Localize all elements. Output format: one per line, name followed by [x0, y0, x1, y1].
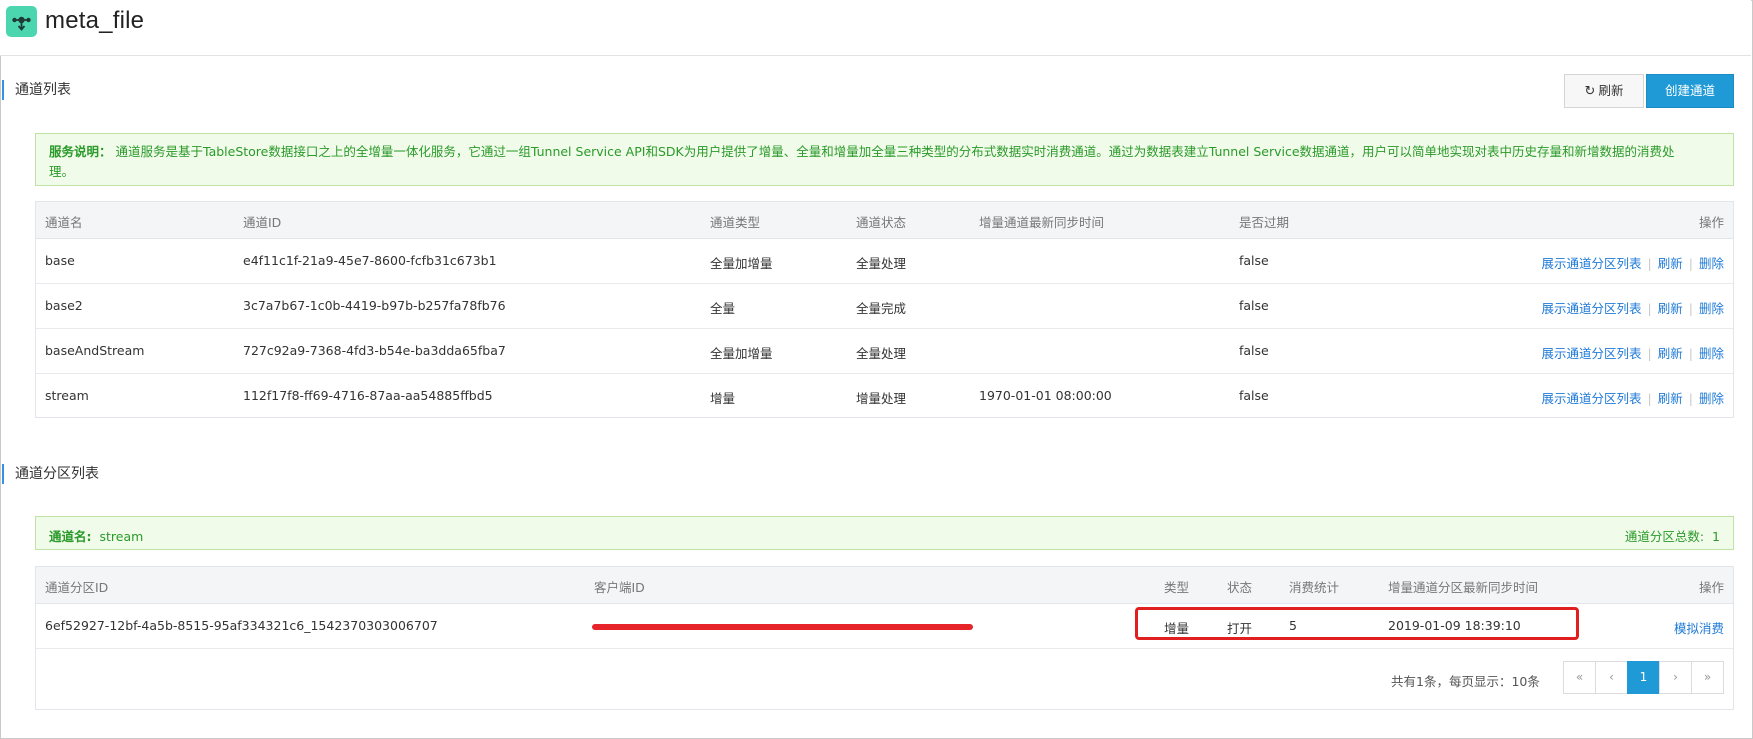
annotation-highlight — [1135, 607, 1579, 640]
notice-text-cont: 理。 — [49, 164, 75, 179]
separator: | — [1688, 346, 1693, 361]
tunnel-name: base2 — [45, 298, 83, 313]
refresh-button-label: 刷新 — [1598, 83, 1624, 98]
partition-table-header: 通道分区ID 客户端ID 类型 状态 消费统计 增量通道分区最新同步时间 操作 — [36, 567, 1733, 604]
refresh-link[interactable]: 刷新 — [1658, 346, 1683, 361]
tunnel-table-header: 通道名 通道ID 通道类型 通道状态 增量通道最新同步时间 是否过期 操作 — [36, 202, 1733, 239]
simulate-consume-link[interactable]: 模拟消费 — [1674, 618, 1724, 637]
tunnel-name: stream — [45, 388, 89, 403]
tunnel-type: 全量加增量 — [710, 346, 773, 361]
partition-summary-bar: 通道名: stream 通道分区总数: 1 — [35, 516, 1734, 550]
tunnel-table: 通道名 通道ID 通道类型 通道状态 增量通道最新同步时间 是否过期 操作 ba… — [35, 201, 1734, 418]
col-expired: 是否过期 — [1239, 215, 1290, 230]
col-tunnel-name: 通道名 — [45, 215, 83, 230]
separator: | — [1647, 256, 1652, 271]
tunnel-id: e4f11c1f-21a9-45e7-8600-fcfb31c673b1 — [243, 253, 497, 268]
col-partition-actions: 操作 — [1698, 580, 1724, 595]
tunnel-name-label: 通道名: — [49, 529, 92, 544]
tunnel-status: 全量处理 — [856, 256, 907, 271]
separator: | — [1647, 346, 1652, 361]
pagination-summary: 共有1条，每页显示：10条 — [1391, 674, 1540, 689]
delete-link[interactable]: 删除 — [1699, 301, 1724, 316]
page-next-button[interactable]: › — [1659, 661, 1692, 694]
tunnel-id: 727c92a9-7368-4fd3-b54e-ba3dda65fba7 — [243, 343, 506, 358]
row-actions: 展示通道分区列表 | 刷新 | 删除 — [1542, 343, 1724, 362]
notice-text: 通道服务是基于TableStore数据接口之上的全增量一体化服务，它通过一组Tu… — [115, 144, 1675, 159]
tunnel-id: 3c7a7b67-1c0b-4419-b97b-b257fa78fb76 — [243, 298, 506, 313]
partition-total-value: 1 — [1712, 529, 1720, 544]
show-partitions-link[interactable]: 展示通道分区列表 — [1542, 346, 1642, 361]
tunnel-status: 全量完成 — [856, 301, 907, 316]
redaction-mark — [592, 624, 973, 630]
col-tunnel-status: 通道状态 — [856, 215, 907, 230]
delete-link[interactable]: 删除 — [1699, 256, 1724, 271]
table-row: base2 3c7a7b67-1c0b-4419-b97b-b257fa78fb… — [36, 284, 1733, 329]
refresh-button[interactable]: ↻ 刷新 — [1564, 74, 1644, 108]
page-last-button[interactable]: » — [1691, 661, 1724, 694]
tunnel-type: 全量 — [710, 301, 736, 316]
tunnel-sync-time: 1970-01-01 08:00:00 — [979, 388, 1112, 403]
col-partition-sync-time: 增量通道分区最新同步时间 — [1388, 580, 1539, 595]
page-number-button[interactable]: 1 — [1627, 661, 1660, 694]
col-status: 状态 — [1227, 580, 1253, 595]
tunnel-id: 112f17f8-ff69-4716-87aa-aa54885ffbd5 — [243, 388, 493, 403]
partition-total-info: 通道分区总数: 1 — [1625, 526, 1720, 545]
separator: | — [1688, 256, 1693, 271]
partition-id: 6ef52927-12bf-4a5b-8515-95af334321c6_154… — [45, 618, 438, 633]
tunnel-type: 增量 — [710, 391, 736, 406]
col-client-id: 客户端ID — [594, 580, 645, 595]
share-node-icon — [6, 6, 37, 37]
pagination: « ‹ 1 › » — [1563, 661, 1728, 694]
show-partitions-link[interactable]: 展示通道分区列表 — [1542, 301, 1642, 316]
show-partitions-link[interactable]: 展示通道分区列表 — [1542, 256, 1642, 271]
tunnel-name: base — [45, 253, 75, 268]
table-row: baseAndStream 727c92a9-7368-4fd3-b54e-ba… — [36, 329, 1733, 374]
col-consumed: 消费统计 — [1289, 580, 1340, 595]
separator: | — [1688, 301, 1693, 316]
col-partition-id: 通道分区ID — [45, 580, 109, 595]
refresh-link[interactable]: 刷新 — [1658, 391, 1683, 406]
col-tunnel-type: 通道类型 — [710, 215, 761, 230]
col-type: 类型 — [1164, 580, 1190, 595]
create-tunnel-button[interactable]: 创建通道 — [1646, 74, 1734, 108]
tunnel-expired: false — [1239, 388, 1269, 403]
app-title: meta_file — [45, 7, 145, 34]
partition-list-title: 通道分区列表 — [2, 464, 99, 484]
separator: | — [1647, 301, 1652, 316]
show-partitions-link[interactable]: 展示通道分区列表 — [1542, 391, 1642, 406]
refresh-link[interactable]: 刷新 — [1658, 301, 1683, 316]
service-notice: 服务说明： 通道服务是基于TableStore数据接口之上的全增量一体化服务，它… — [35, 133, 1734, 186]
tunnel-list-title: 通道列表 — [2, 80, 71, 100]
table-row: base e4f11c1f-21a9-45e7-8600-fcfb31c673b… — [36, 239, 1733, 284]
col-actions: 操作 — [1698, 215, 1724, 230]
tunnel-status: 增量处理 — [856, 391, 907, 406]
page-prev-button[interactable]: ‹ — [1595, 661, 1628, 694]
delete-link[interactable]: 删除 — [1699, 346, 1724, 361]
tunnel-name-info: 通道名: stream — [49, 526, 143, 545]
page-first-button[interactable]: « — [1563, 661, 1596, 694]
row-actions: 展示通道分区列表 | 刷新 | 删除 — [1542, 388, 1724, 407]
row-actions: 展示通道分区列表 | 刷新 | 删除 — [1542, 253, 1724, 272]
tunnel-name-value: stream — [99, 529, 144, 544]
tunnel-expired: false — [1239, 253, 1269, 268]
separator: | — [1688, 391, 1693, 406]
tunnel-expired: false — [1239, 298, 1269, 313]
col-sync-time: 增量通道最新同步时间 — [979, 215, 1105, 230]
refresh-icon: ↻ — [1584, 84, 1596, 99]
app-header: meta_file — [0, 0, 1751, 56]
partition-total-label: 通道分区总数: — [1624, 529, 1705, 544]
row-actions: 展示通道分区列表 | 刷新 | 删除 — [1542, 298, 1724, 317]
tunnel-expired: false — [1239, 343, 1269, 358]
tunnel-type: 全量加增量 — [710, 256, 773, 271]
table-row: stream 112f17f8-ff69-4716-87aa-aa54885ff… — [36, 374, 1733, 419]
delete-link[interactable]: 删除 — [1699, 391, 1724, 406]
notice-label: 服务说明： — [49, 144, 112, 159]
separator: | — [1647, 391, 1652, 406]
col-tunnel-id: 通道ID — [243, 215, 282, 230]
refresh-link[interactable]: 刷新 — [1658, 256, 1683, 271]
tunnel-name: baseAndStream — [45, 343, 145, 358]
tunnel-status: 全量处理 — [856, 346, 907, 361]
